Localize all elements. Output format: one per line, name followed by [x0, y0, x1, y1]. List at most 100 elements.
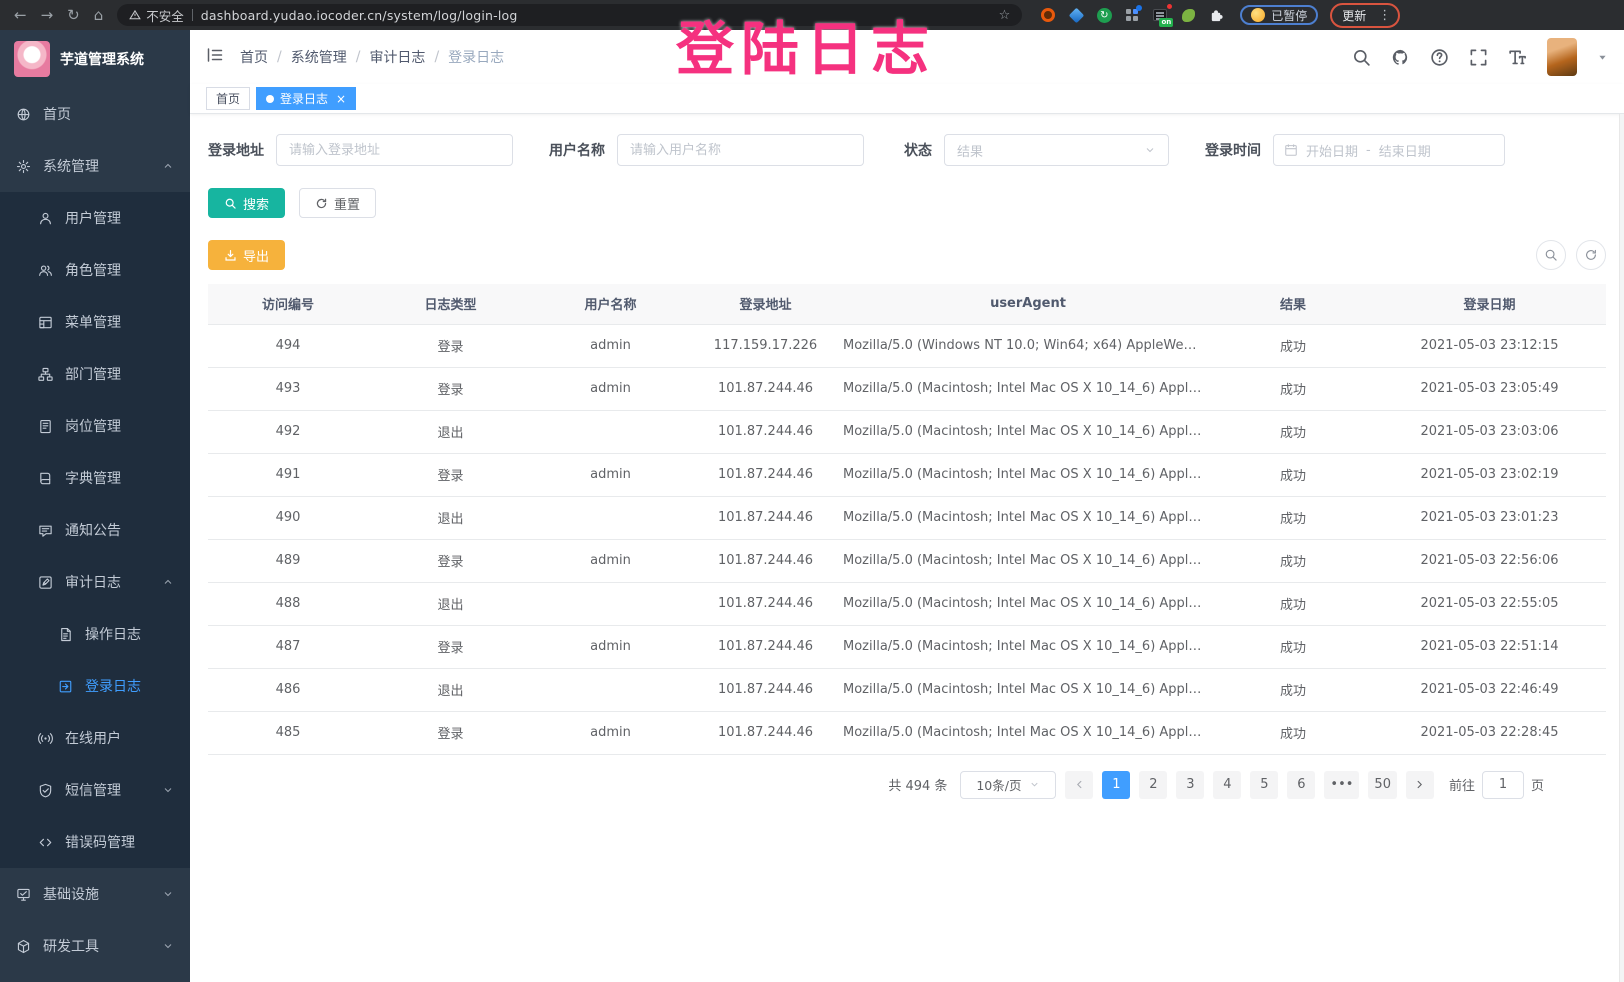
breadcrumb-item[interactable]: 首页 [240, 47, 268, 67]
cell-login-address: 101.87.244.46 [688, 711, 843, 754]
search-icon[interactable] [1352, 48, 1371, 67]
extension-green-refresh-icon[interactable]: ↻ [1096, 7, 1112, 23]
browser-profile-chip[interactable]: 已暂停 [1240, 5, 1318, 25]
sidebar-item-dict[interactable]: 字典管理 [0, 452, 190, 504]
sidebar-item-user[interactable]: 用户管理 [0, 192, 190, 244]
cell-log-type: 登录 [368, 625, 533, 668]
cell-id: 494 [208, 324, 368, 367]
sidebar-item-role[interactable]: 角色管理 [0, 244, 190, 296]
chevron-up-icon [162, 160, 174, 172]
avatar-caret-icon[interactable] [1597, 52, 1608, 63]
bookmark-star-icon[interactable]: ☆ [999, 8, 1011, 23]
sidebar-item-post[interactable]: 岗位管理 [0, 400, 190, 452]
extension-sprout-icon[interactable] [1180, 7, 1196, 23]
browser-menu-icon[interactable]: ⋮ [1378, 8, 1392, 23]
page-ellipsis[interactable]: ••• [1324, 771, 1359, 799]
page-number-button[interactable]: 50 [1368, 771, 1397, 799]
user-avatar[interactable] [1547, 38, 1577, 76]
sidebar-item-infra[interactable]: 基础设施 [0, 868, 190, 920]
app-title: 芋道管理系统 [60, 49, 144, 69]
extension-tab-manager-icon[interactable]: on [1152, 7, 1168, 23]
page-content: 登录地址 用户名称 状态 结果 登录时间 开始日期 - 结束日期 [190, 114, 1624, 982]
status-select[interactable]: 结果 [944, 134, 1169, 166]
font-size-icon[interactable] [1508, 48, 1527, 67]
goto-page-input[interactable] [1482, 771, 1524, 799]
address-bar[interactable]: 不安全 dashboard.yudao.iocoder.cn/system/lo… [117, 4, 1022, 26]
sms-icon [38, 783, 53, 798]
breadcrumb-separator: / [434, 49, 439, 65]
login-time-range-picker[interactable]: 开始日期 - 结束日期 [1273, 134, 1505, 166]
sidebar-item-audit[interactable]: 审计日志 [0, 556, 190, 608]
cell-user-agent: Mozilla/5.0 (Macintosh; Intel Mac OS X 1… [843, 410, 1213, 453]
reset-button[interactable]: 重置 [299, 188, 376, 218]
cell-id: 492 [208, 410, 368, 453]
refresh-table-button[interactable] [1576, 240, 1606, 270]
sidebar-item-online-users[interactable]: 在线用户 [0, 712, 190, 764]
status-select-placeholder: 结果 [957, 141, 983, 160]
sidebar-item-operate-log[interactable]: 操作日志 [0, 608, 190, 660]
sidebar-item-menu[interactable]: 菜单管理 [0, 296, 190, 348]
tag-active[interactable]: 登录日志× [256, 87, 356, 110]
browser-back-icon[interactable]: ← [14, 6, 27, 24]
page-number-button[interactable]: 3 [1176, 771, 1204, 799]
fullscreen-icon[interactable] [1469, 48, 1488, 67]
cell-username: admin [533, 367, 688, 410]
tag-close-icon[interactable]: × [336, 92, 346, 106]
cell-id: 490 [208, 496, 368, 539]
scrollbar[interactable] [1619, 114, 1624, 982]
refresh-icon [1584, 248, 1598, 262]
table-header-row: 访问编号日志类型用户名称登录地址userAgent结果登录日期 [208, 284, 1606, 324]
errcode-icon [38, 835, 53, 850]
sidebar-item-sms[interactable]: 短信管理 [0, 764, 190, 816]
app-logo[interactable]: 芋道管理系统 [0, 30, 190, 88]
sidebar-item-dept[interactable]: 部门管理 [0, 348, 190, 400]
page-number-button[interactable]: 1 [1102, 771, 1130, 799]
github-icon[interactable] [1391, 48, 1410, 67]
extension-gem-icon[interactable] [1068, 7, 1084, 23]
search-button[interactable]: 搜索 [208, 188, 285, 218]
sidebar: 芋道管理系统 首页系统管理用户管理角色管理菜单管理部门管理岗位管理字典管理通知公… [0, 30, 190, 982]
url-text[interactable]: dashboard.yudao.iocoder.cn/system/log/lo… [201, 8, 518, 23]
extensions-puzzle-icon[interactable] [1208, 7, 1224, 23]
tag-item[interactable]: 首页 [206, 87, 250, 110]
cell-id: 487 [208, 625, 368, 668]
browser-forward-icon[interactable]: → [41, 6, 54, 24]
cell-result: 成功 [1213, 410, 1373, 453]
extensions-bar: ↻ on [1040, 7, 1224, 23]
sidebar-item-gear[interactable]: 系统管理 [0, 140, 190, 192]
toggle-search-button[interactable] [1536, 240, 1566, 270]
browser-home-icon[interactable]: ⌂ [94, 6, 104, 24]
next-page-button[interactable] [1406, 771, 1434, 799]
cell-login-date: 2021-05-03 22:46:49 [1373, 668, 1606, 711]
breadcrumb-item[interactable]: 审计日志 [369, 47, 425, 67]
breadcrumb-item[interactable]: 系统管理 [291, 47, 347, 67]
login-address-input[interactable] [276, 134, 513, 166]
table-header-cell: 登录日期 [1373, 284, 1606, 324]
cell-id: 491 [208, 453, 368, 496]
help-icon[interactable] [1430, 48, 1449, 67]
page-number-button[interactable]: 4 [1213, 771, 1241, 799]
update-button[interactable]: 更新 [1334, 6, 1374, 25]
sidebar-item-notice[interactable]: 通知公告 [0, 504, 190, 556]
page-number-button[interactable]: 6 [1287, 771, 1315, 799]
sidebar-item-home[interactable]: 首页 [0, 88, 190, 140]
browser-reload-icon[interactable]: ↻ [67, 6, 80, 24]
sidebar-item-devtools[interactable]: 研发工具 [0, 920, 190, 972]
page-number-button[interactable]: 2 [1139, 771, 1167, 799]
cell-user-agent: Mozilla/5.0 (Macintosh; Intel Mac OS X 1… [843, 625, 1213, 668]
username-input[interactable] [617, 134, 864, 166]
page-number-button[interactable]: 5 [1250, 771, 1278, 799]
sidebar-item-label: 通知公告 [65, 520, 121, 540]
extension-orange-icon[interactable] [1040, 7, 1056, 23]
prev-page-button[interactable] [1065, 771, 1093, 799]
extension-grid-icon[interactable] [1124, 7, 1140, 23]
sidebar-item-errcode[interactable]: 错误码管理 [0, 816, 190, 868]
cell-result: 成功 [1213, 625, 1373, 668]
sidebar-item-login-log[interactable]: 登录日志 [0, 660, 190, 712]
notice-icon [38, 523, 53, 538]
export-button[interactable]: 导出 [208, 240, 285, 270]
not-secure-badge[interactable]: 不安全 [129, 6, 184, 25]
page-size-select[interactable]: 10条/页 [960, 771, 1056, 799]
sidebar-collapse-icon[interactable] [206, 46, 224, 68]
sidebar-item-label: 登录日志 [85, 676, 141, 696]
